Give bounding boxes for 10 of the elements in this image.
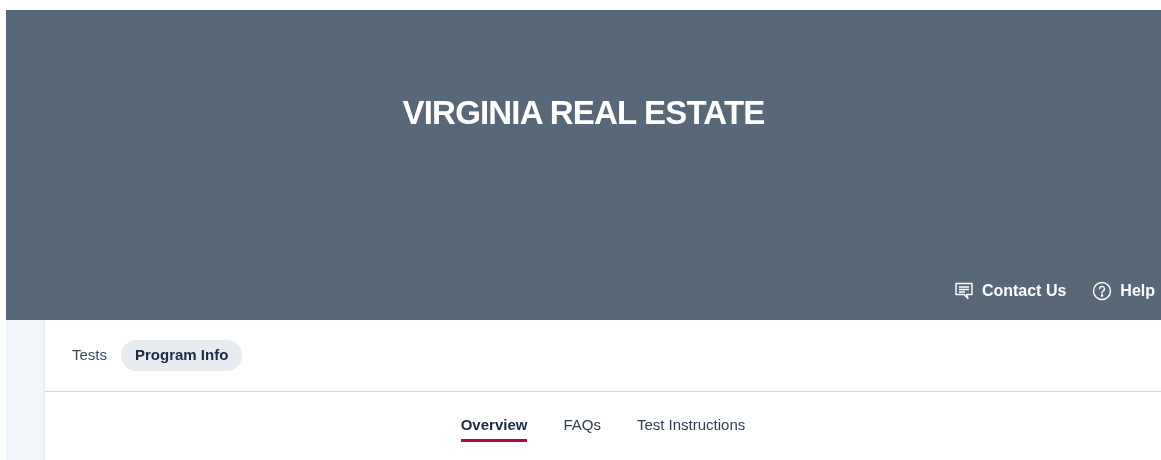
contact-link[interactable]: Contact Us	[953, 279, 1067, 303]
section-tab[interactable]: Test Instructions	[636, 414, 746, 442]
section-tab[interactable]: FAQs	[563, 414, 601, 442]
help-link[interactable]: Help	[1092, 279, 1155, 303]
section-tab[interactable]: Overview	[460, 414, 528, 442]
help-icon	[1092, 281, 1113, 301]
page-title: VIRGINIA REAL ESTATE	[402, 93, 765, 134]
chat-icon	[953, 281, 974, 301]
nav-tab[interactable]: Program Info	[121, 340, 243, 371]
nav-tab[interactable]: Tests	[72, 340, 107, 371]
